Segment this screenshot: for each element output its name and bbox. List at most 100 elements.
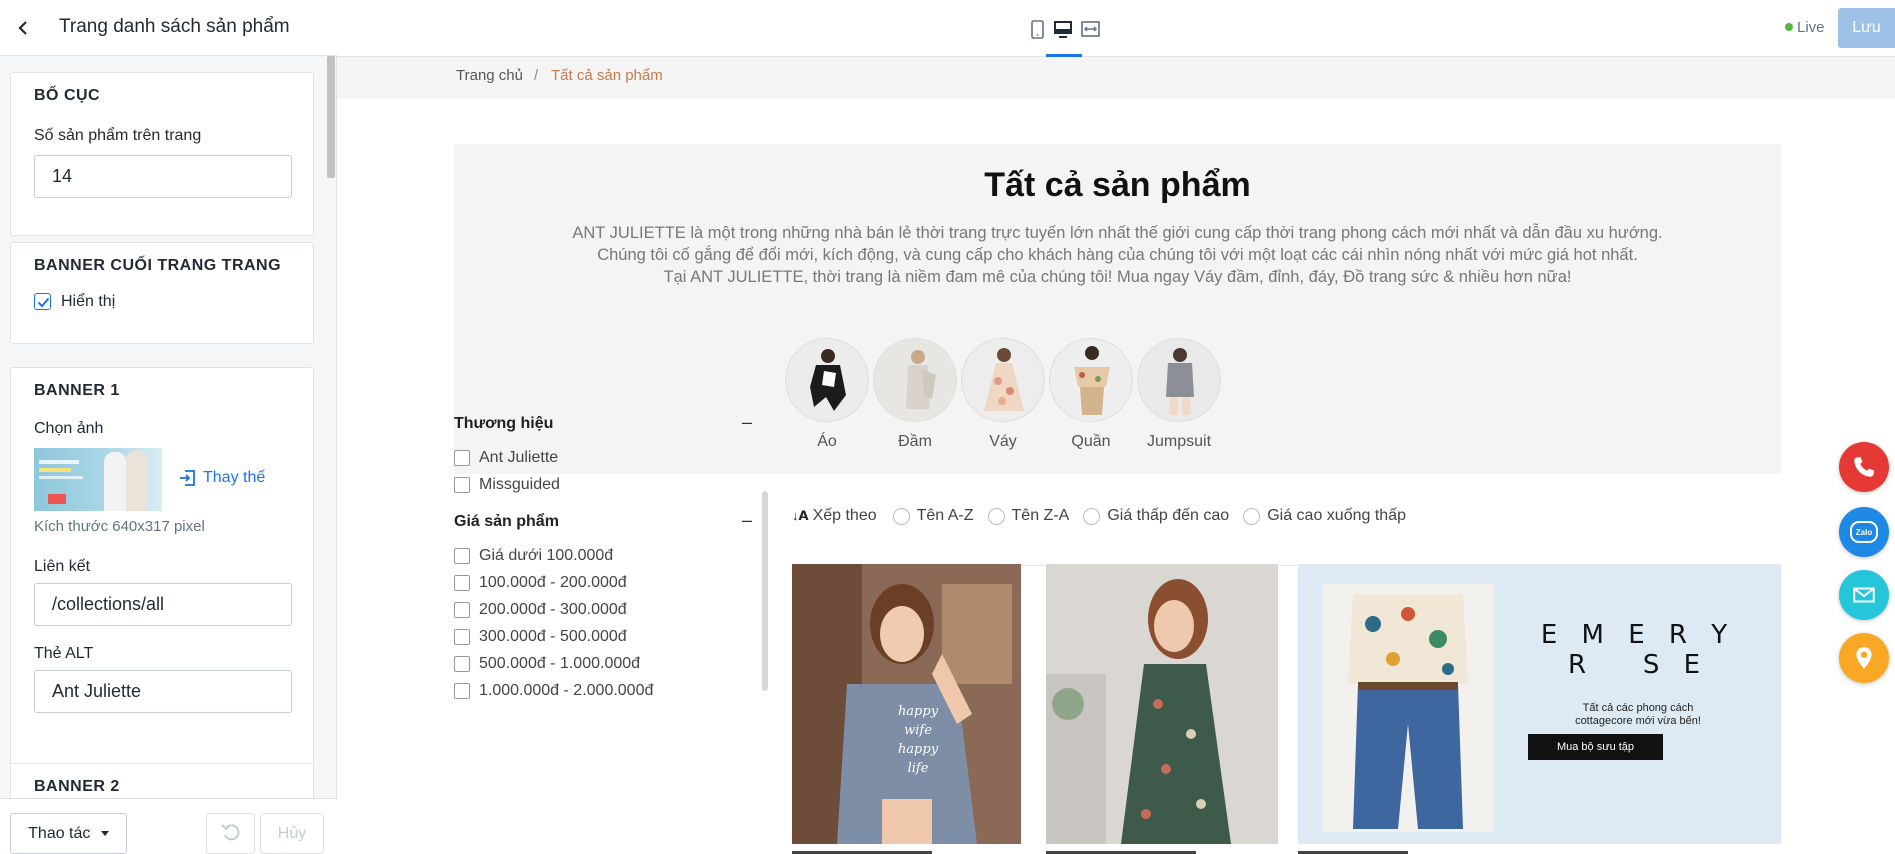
sort-option[interactable]: Tên Z-A bbox=[987, 507, 1070, 525]
category-image bbox=[961, 338, 1045, 422]
promo-cta-button[interactable]: Mua bộ sưu tập bbox=[1528, 734, 1663, 760]
category-ao[interactable]: Áo bbox=[784, 338, 870, 451]
settings-scroll-area[interactable]: BỐ CỤC Số sản phẩm trên trang BANNER CUỐ… bbox=[0, 56, 337, 798]
checkbox[interactable] bbox=[454, 477, 470, 493]
price-option[interactable]: Giá dưới 100.000đ bbox=[454, 546, 613, 566]
thumbnail-badge bbox=[48, 494, 66, 504]
category-quan[interactable]: Quần bbox=[1048, 338, 1134, 451]
cancel-button[interactable]: Hủy bbox=[260, 813, 324, 854]
price-option-label: 300.000đ - 500.000đ bbox=[479, 628, 627, 645]
checkbox[interactable] bbox=[454, 656, 470, 672]
back-arrow-icon[interactable] bbox=[10, 14, 36, 42]
price-filter-title[interactable]: Giá sản phẩm bbox=[454, 513, 559, 531]
show-checkbox[interactable] bbox=[34, 293, 51, 310]
category-label: Jumpsuit bbox=[1146, 433, 1212, 450]
replace-link[interactable]: Thay thế bbox=[179, 469, 265, 487]
show-label: Hiển thị bbox=[61, 293, 116, 310]
brand-option[interactable]: Missguided bbox=[454, 475, 560, 495]
category-image bbox=[873, 338, 957, 422]
product-name-cut bbox=[1046, 846, 1246, 854]
product-card[interactable] bbox=[1046, 564, 1278, 844]
actions-dropdown-button[interactable]: Thao tác bbox=[10, 813, 127, 854]
price-option[interactable]: 100.000đ - 200.000đ bbox=[454, 573, 627, 593]
editor-footer: Thao tác Hủy bbox=[0, 798, 337, 854]
link-input[interactable] bbox=[34, 583, 292, 626]
products-per-page-label: Số sản phẩm trên trang bbox=[34, 127, 202, 144]
storefront-preview[interactable]: Trang chủ / Tất cả sản phẩm Tất cả sản p… bbox=[337, 57, 1895, 854]
category-label: Áo bbox=[817, 433, 837, 450]
undo-button[interactable] bbox=[206, 813, 255, 854]
checkbox[interactable] bbox=[454, 450, 470, 466]
collection-hero: Tất cả sản phẩm ANT JULIETTE là một tron… bbox=[454, 144, 1781, 474]
category-vay[interactable]: Váy bbox=[960, 338, 1046, 451]
radio[interactable] bbox=[987, 507, 1005, 525]
radio[interactable] bbox=[892, 507, 910, 525]
checkbox[interactable] bbox=[454, 575, 470, 591]
collection-title: Tất cả sản phẩm bbox=[984, 166, 1251, 204]
fullwidth-icon[interactable] bbox=[1073, 14, 1107, 44]
banner2-card-title: BANNER 2 bbox=[34, 778, 120, 795]
checkbox[interactable] bbox=[454, 683, 470, 699]
brand-filter-title[interactable]: Thương hiệu bbox=[454, 415, 553, 433]
sort-option[interactable]: Giá cao xuống thấp bbox=[1243, 507, 1406, 525]
layout-card-title: BỐ CỤC bbox=[34, 87, 101, 104]
promo-brand: E M E R Y R S E bbox=[1518, 620, 1758, 680]
live-status-dot bbox=[1785, 23, 1793, 31]
editor-panel: Trang danh sách sản phẩm BỐ CỤC Số sản p… bbox=[0, 0, 337, 854]
checkmark-icon bbox=[37, 297, 50, 308]
sort-option-label: Giá thấp đến cao bbox=[1107, 507, 1230, 524]
checkbox[interactable] bbox=[454, 629, 470, 645]
brand-option-label: Missguided bbox=[479, 476, 560, 493]
products-per-page-input[interactable] bbox=[34, 155, 292, 198]
phone-icon[interactable] bbox=[1839, 442, 1889, 492]
layout-card: BỐ CỤC Số sản phẩm trên trang bbox=[10, 72, 314, 236]
category-image bbox=[1049, 338, 1133, 422]
sort-option-label: Tên A-Z bbox=[916, 507, 974, 524]
price-option-label: 500.000đ - 1.000.000đ bbox=[479, 655, 641, 672]
promo-banner[interactable]: E M E R Y R S E Tất cả các phong cách co… bbox=[1298, 564, 1781, 844]
banner-thumbnail[interactable] bbox=[34, 448, 162, 511]
product-shirt-text: happy wife happy life bbox=[897, 704, 939, 776]
sort-option[interactable]: Tên A-Z bbox=[892, 507, 974, 525]
checkbox[interactable] bbox=[454, 548, 470, 564]
sort-label: Xếp theo bbox=[812, 507, 877, 524]
image-size-hint: Kích thước 640x317 pixel bbox=[34, 518, 205, 535]
checkbox[interactable] bbox=[454, 602, 470, 618]
price-filter-collapse[interactable]: – bbox=[742, 510, 752, 531]
price-option[interactable]: 200.000đ - 300.000đ bbox=[454, 600, 627, 620]
mail-icon[interactable] bbox=[1839, 570, 1889, 620]
sort-option-label: Tên Z-A bbox=[1011, 507, 1070, 524]
brand-option[interactable]: Ant Juliette bbox=[454, 448, 558, 468]
price-option[interactable]: 1.000.000đ - 2.000.000đ bbox=[454, 681, 653, 701]
price-option-label: 1.000.000đ - 2.000.000đ bbox=[479, 682, 654, 699]
actions-label: Thao tác bbox=[28, 824, 91, 842]
alt-label: Thẻ ALT bbox=[34, 645, 94, 662]
category-dam[interactable]: Đầm bbox=[872, 338, 958, 451]
breadcrumb-home-link[interactable]: Trang chủ bbox=[456, 67, 523, 84]
product-card[interactable]: happy wife happy life bbox=[792, 564, 1021, 844]
product-name-cut bbox=[1298, 846, 1498, 854]
collection-description-line: ANT JULIETTE là một trong những nhà bán … bbox=[572, 224, 1663, 242]
thumbnail-text-block bbox=[39, 468, 71, 472]
replace-label: Thay thế bbox=[203, 469, 266, 486]
radio[interactable] bbox=[1083, 507, 1101, 525]
breadcrumb: Trang chủ / Tất cả sản phẩm bbox=[337, 57, 1895, 99]
image-label: Chọn ảnh bbox=[34, 420, 104, 437]
brand-filter-collapse[interactable]: – bbox=[742, 412, 752, 433]
panel-scrollbar-thumb[interactable] bbox=[327, 56, 335, 178]
filter-scrollbar[interactable] bbox=[762, 491, 768, 691]
price-option-label: 200.000đ - 300.000đ bbox=[479, 601, 627, 618]
sort-option[interactable]: Giá thấp đến cao bbox=[1083, 507, 1229, 525]
promo-brand-line1: E M E R Y bbox=[1540, 620, 1736, 650]
location-icon[interactable] bbox=[1839, 633, 1889, 683]
price-option[interactable]: 300.000đ - 500.000đ bbox=[454, 627, 627, 647]
price-option[interactable]: 500.000đ - 1.000.000đ bbox=[454, 654, 640, 674]
preview-toolbar bbox=[337, 0, 1895, 57]
radio[interactable] bbox=[1243, 507, 1261, 525]
zalo-icon[interactable]: Zalo bbox=[1839, 507, 1889, 557]
alt-input[interactable] bbox=[34, 670, 292, 713]
breadcrumb-current: Tất cả sản phẩm bbox=[551, 67, 663, 84]
zalo-label: Zalo bbox=[1855, 527, 1873, 537]
save-button[interactable]: Lưu bbox=[1838, 8, 1895, 48]
category-jumpsuit[interactable]: Jumpsuit bbox=[1136, 338, 1222, 451]
